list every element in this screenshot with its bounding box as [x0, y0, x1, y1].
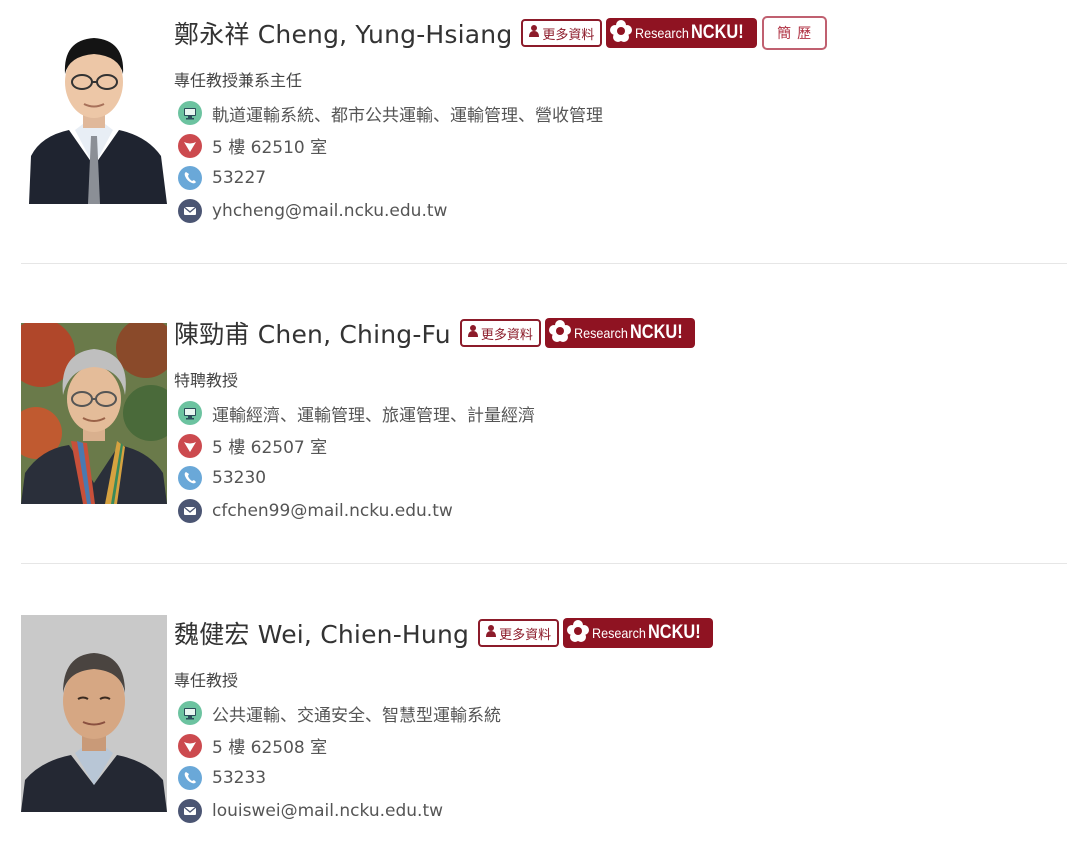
office-row: 5 樓 62510 室: [174, 130, 827, 163]
email-link[interactable]: cfchen99@mail.ncku.edu.tw: [212, 501, 453, 521]
email-row: cfchen99@mail.ncku.edu.tw: [174, 495, 700, 528]
phone-icon: [178, 766, 202, 791]
email-row: louiswei@mail.ncku.edu.tw: [174, 795, 718, 828]
specialty-row: 運輸經濟、運輸管理、旅運管理、計量經濟: [174, 397, 700, 430]
monitor-icon: [178, 701, 202, 726]
cv-button[interactable]: 簡歷: [761, 16, 827, 50]
ncku-label: NCKU!: [648, 622, 701, 643]
person-icon: [486, 625, 497, 641]
phone-icon: [178, 466, 202, 491]
name-row: 鄭永祥 Cheng, Yung-Hsiang 更多資料 Research NCK…: [174, 16, 827, 50]
faculty-name: 陳勁甫 Chen, Ching-Fu: [174, 320, 451, 349]
email-row: yhcheng@mail.ncku.edu.tw: [174, 195, 827, 228]
faculty-list: 鄭永祥 Cheng, Yung-Hsiang 更多資料 Research NCK…: [0, 0, 1067, 842]
faculty-photo[interactable]: [21, 615, 167, 812]
monitor-icon: [178, 401, 202, 426]
research-label: Research: [573, 325, 628, 341]
research-label: Research: [635, 25, 690, 41]
envelope-icon: [178, 198, 202, 223]
person-icon: [529, 25, 540, 41]
location-pin-icon: [178, 133, 202, 158]
phone-row: 53230: [174, 462, 700, 495]
ncku-flower-logo-icon: [609, 19, 633, 47]
phone-row: 53227: [174, 162, 827, 195]
more-info-button[interactable]: 更多資料: [459, 319, 541, 347]
faculty-photo[interactable]: [21, 323, 167, 504]
specialty-text: 軌道運輸系統、都市公共運輸、運輸管理、營收管理: [212, 105, 603, 126]
envelope-icon: [178, 798, 202, 823]
research-ncku-button[interactable]: Research NCKU!: [563, 618, 714, 648]
more-info-label: 更多資料: [480, 327, 533, 343]
location-pin-icon: [178, 433, 202, 458]
envelope-icon: [178, 498, 202, 523]
phone-text: 53233: [212, 768, 267, 789]
person-icon: [467, 325, 478, 341]
location-pin-icon: [178, 733, 202, 758]
email-link[interactable]: louiswei@mail.ncku.edu.tw: [212, 801, 443, 821]
phone-text: 53230: [212, 468, 267, 489]
divider: [21, 563, 1067, 564]
specialty-row: 軌道運輸系統、都市公共運輸、運輸管理、營收管理: [174, 97, 827, 130]
name-row: 陳勁甫 Chen, Ching-Fu 更多資料 Research NCKU!: [174, 316, 700, 350]
faculty-title: 特聘教授: [174, 371, 239, 390]
office-text: 5 樓 62508 室: [212, 738, 328, 759]
more-info-label: 更多資料: [542, 27, 595, 43]
monitor-icon: [178, 101, 202, 126]
ncku-flower-logo-icon: [566, 619, 590, 647]
email-link[interactable]: yhcheng@mail.ncku.edu.tw: [212, 201, 447, 221]
faculty-info: 鄭永祥 Cheng, Yung-Hsiang 更多資料 Research NCK…: [174, 16, 827, 227]
phone-row: 53233: [174, 762, 718, 795]
faculty-title: 專任教授: [174, 671, 239, 690]
research-ncku-button[interactable]: Research NCKU!: [544, 318, 695, 348]
ncku-flower-logo-icon: [548, 319, 572, 347]
more-info-label: 更多資料: [499, 627, 552, 643]
office-row: 5 樓 62507 室: [174, 430, 700, 463]
ncku-label: NCKU!: [629, 322, 683, 343]
office-text: 5 樓 62510 室: [212, 138, 328, 159]
faculty-info: 魏健宏 Wei, Chien-Hung 更多資料 Research NCKU! …: [174, 616, 718, 827]
ncku-label: NCKU!: [691, 22, 745, 43]
name-row: 魏健宏 Wei, Chien-Hung 更多資料 Research NCKU!: [174, 616, 718, 650]
specialty-row: 公共運輸、交通安全、智慧型運輸系統: [174, 697, 718, 730]
more-info-button[interactable]: 更多資料: [478, 619, 560, 647]
phone-icon: [178, 166, 202, 191]
faculty-photo[interactable]: [21, 16, 167, 204]
specialty-text: 運輸經濟、運輸管理、旅運管理、計量經濟: [212, 405, 535, 426]
research-label: Research: [592, 625, 647, 641]
faculty-name: 鄭永祥 Cheng, Yung-Hsiang: [174, 20, 513, 49]
research-ncku-button[interactable]: Research NCKU!: [606, 18, 757, 48]
faculty-title: 專任教授兼系主任: [174, 71, 303, 90]
specialty-text: 公共運輸、交通安全、智慧型運輸系統: [212, 705, 501, 726]
faculty-info: 陳勁甫 Chen, Ching-Fu 更多資料 Research NCKU! 特…: [174, 316, 700, 527]
divider: [21, 263, 1067, 264]
office-text: 5 樓 62507 室: [212, 438, 328, 459]
more-info-button[interactable]: 更多資料: [521, 19, 603, 47]
phone-text: 53227: [212, 168, 267, 189]
faculty-name: 魏健宏 Wei, Chien-Hung: [174, 620, 470, 649]
office-row: 5 樓 62508 室: [174, 730, 718, 763]
